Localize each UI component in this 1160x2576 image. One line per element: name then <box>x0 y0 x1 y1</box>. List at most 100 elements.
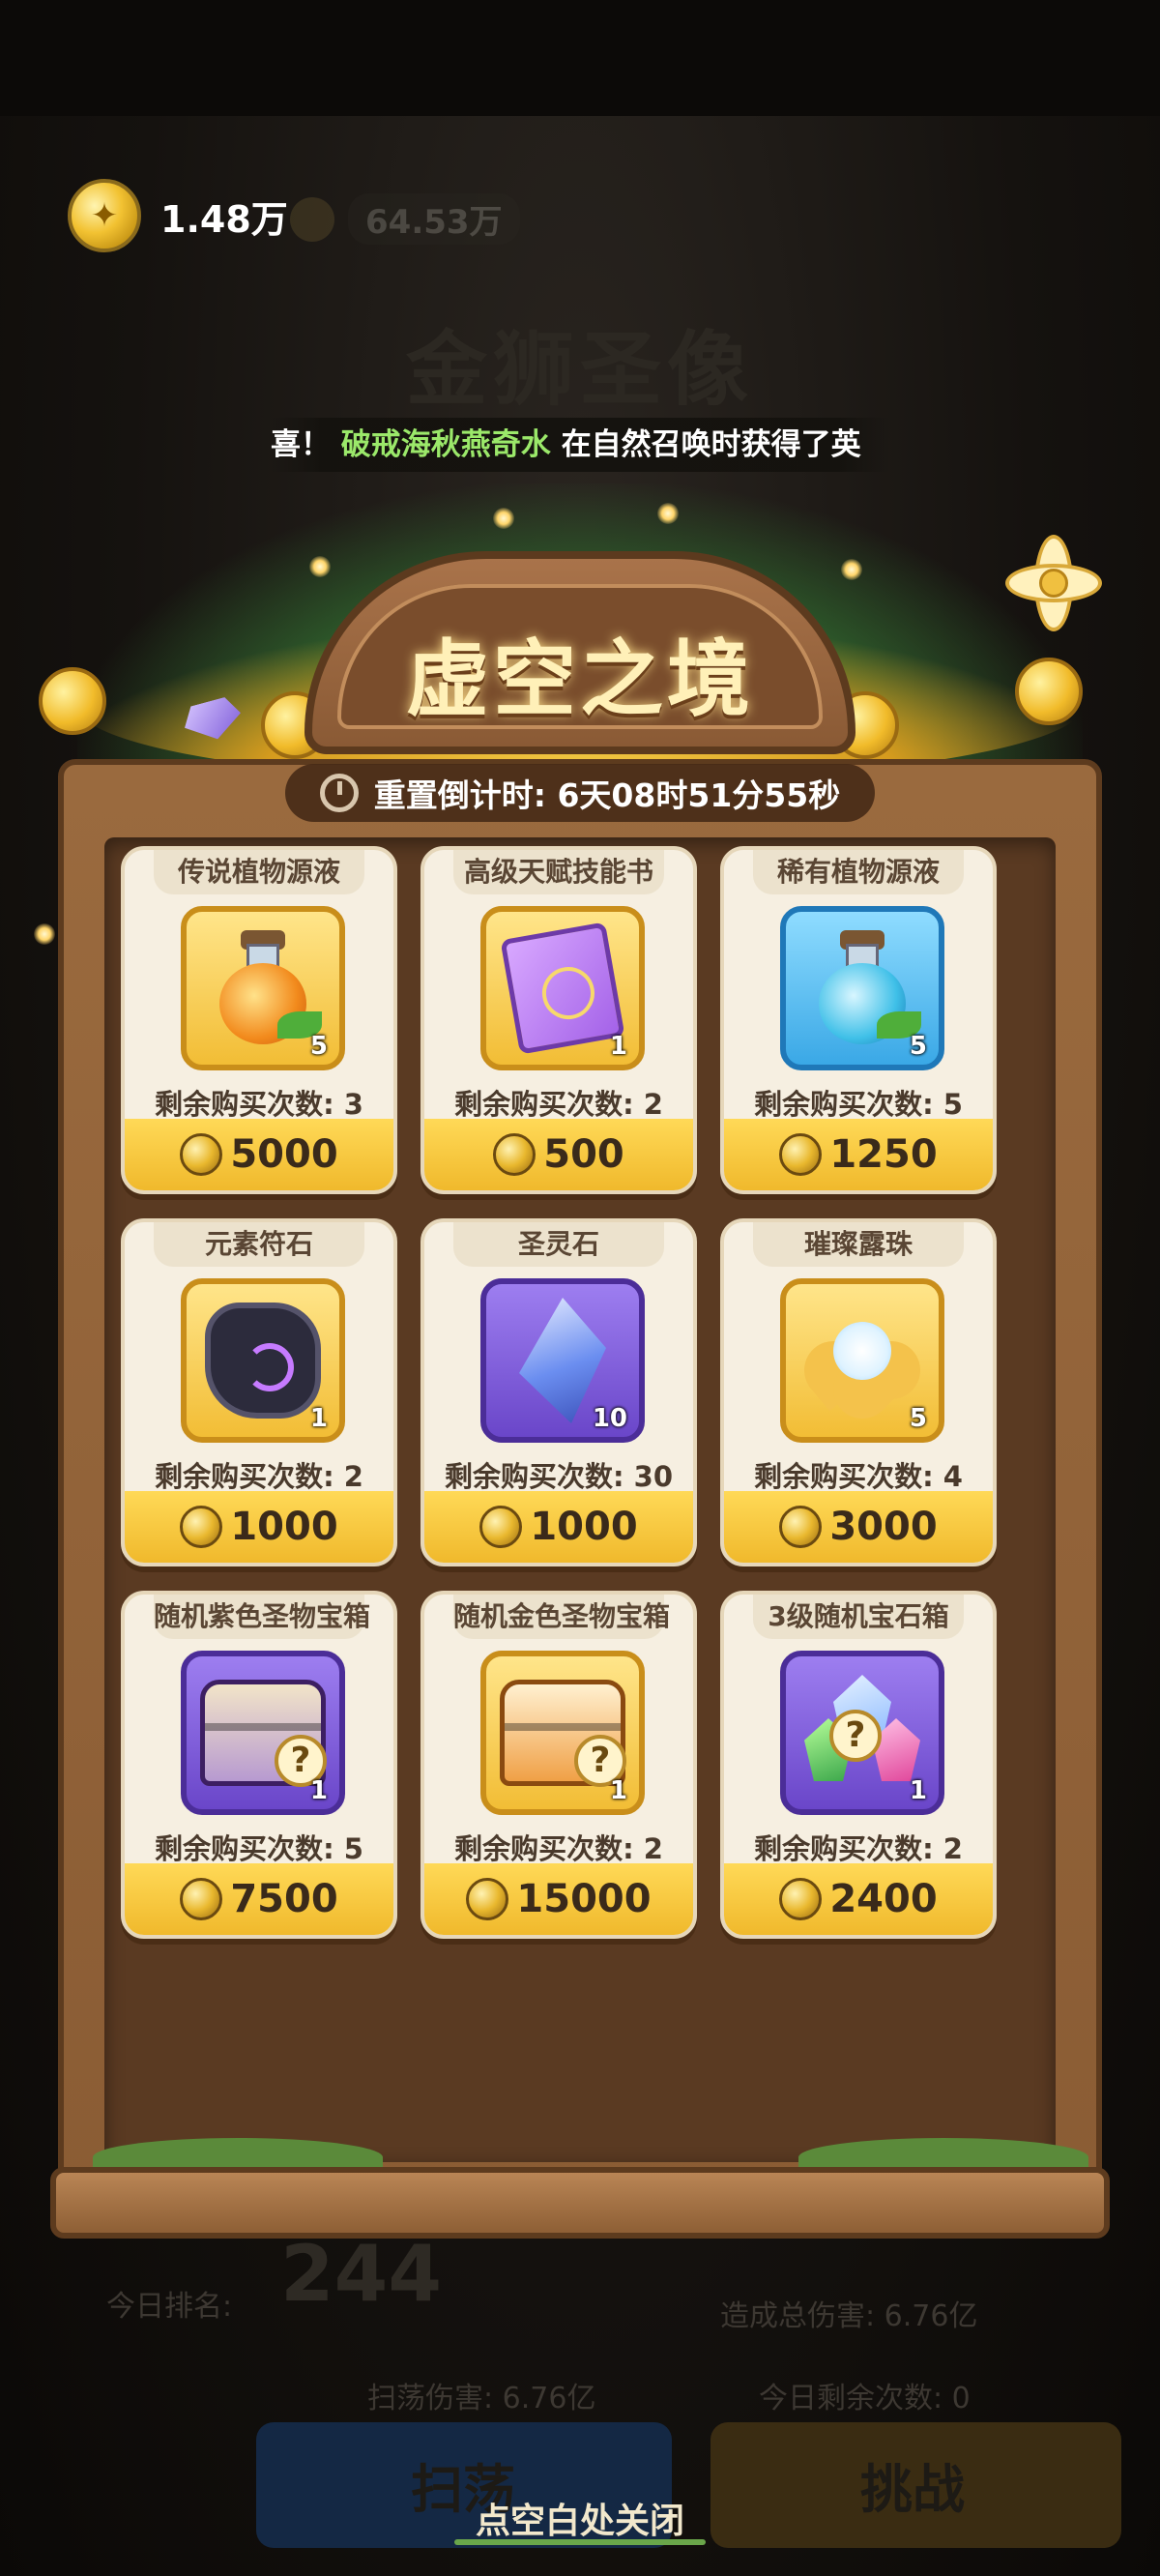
void-coin-icon <box>779 1506 823 1548</box>
item-name: 3级随机宝石箱 <box>753 1595 964 1639</box>
shop-item-card[interactable]: 随机紫色圣物宝箱 ? 1 剩余购买次数: 5 7500 <box>121 1591 397 1939</box>
broadcast-marquee: 喜！ 破戒海秋燕奇水 在自然召唤时获得了英 <box>271 418 889 472</box>
buy-button[interactable]: 2400 <box>724 1863 993 1935</box>
void-coin-icon <box>180 1506 223 1548</box>
item-price: 1000 <box>230 1505 338 1549</box>
close-hint[interactable]: 点空白处关闭 <box>0 2493 1160 2543</box>
item-count: 1 <box>309 1404 328 1433</box>
item-frame: ? 1 <box>480 1651 645 1815</box>
item-price: 2400 <box>829 1877 938 1921</box>
buy-button[interactable]: 5000 <box>125 1119 393 1190</box>
void-coin-icon <box>493 1133 536 1176</box>
secondary-currency-display: 64.53万 <box>290 193 520 245</box>
panel-title: 虚空之境 <box>406 631 754 728</box>
secondary-currency-amount: 64.53万 <box>348 193 520 245</box>
dew-flower-icon <box>792 1303 933 1431</box>
gem-box-icon: ? <box>804 1675 920 1791</box>
reset-countdown: 重置倒计时: 6天08时51分55秒 <box>285 764 875 822</box>
item-frame: 1 <box>181 1278 345 1443</box>
item-price: 1250 <box>829 1132 938 1177</box>
background-rank-label: 今日排名: <box>106 2290 233 2324</box>
buy-button[interactable]: 1250 <box>724 1119 993 1190</box>
item-count: 1 <box>609 1776 627 1805</box>
shop-item-card[interactable]: 元素符石 1 剩余购买次数: 2 1000 <box>121 1218 397 1566</box>
item-name: 稀有植物源液 <box>753 850 964 894</box>
background-sweep-damage: 扫荡伤害: 6.76亿 <box>367 2382 596 2415</box>
buy-button[interactable]: 7500 <box>125 1863 393 1935</box>
void-coin-icon <box>466 1878 509 1920</box>
sparkle-icon <box>841 559 862 580</box>
item-frame: ? 1 <box>780 1651 944 1815</box>
close-hint-underline <box>454 2539 706 2545</box>
close-button[interactable] <box>1000 530 1107 636</box>
sparkle-icon <box>657 503 679 524</box>
reset-countdown-text: 重置倒计时: 6天08时51分55秒 <box>373 776 841 814</box>
blue-potion-icon <box>809 930 921 1046</box>
gold-chest-icon: ? <box>500 1680 626 1787</box>
buy-button[interactable]: 500 <box>424 1119 693 1190</box>
marquee-suffix: 在自然召唤时获得了英 <box>561 427 861 462</box>
buy-button[interactable]: 15000 <box>424 1863 693 1935</box>
item-name: 圣灵石 <box>453 1222 664 1267</box>
item-name: 随机紫色圣物宝箱 <box>154 1595 370 1639</box>
item-count: 5 <box>909 1032 927 1061</box>
board-base <box>50 2167 1110 2239</box>
buy-button[interactable]: 3000 <box>724 1491 993 1563</box>
void-coin-icon <box>180 1133 223 1176</box>
item-price: 1000 <box>530 1505 638 1549</box>
item-count: 5 <box>309 1032 328 1061</box>
secondary-coin-icon <box>290 196 334 242</box>
shop-item-card[interactable]: 圣灵石 10 剩余购买次数: 30 1000 <box>420 1218 697 1566</box>
orange-potion-icon <box>210 930 322 1046</box>
remaining-purchases: 剩余购买次数: 30 <box>444 1460 674 1493</box>
shop-item-card[interactable]: 随机金色圣物宝箱 ? 1 剩余购买次数: 2 15000 <box>420 1591 697 1939</box>
item-frame: 1 <box>480 906 645 1070</box>
item-price: 500 <box>543 1132 624 1177</box>
shop-item-card[interactable]: 传说植物源液 5 剩余购买次数: 3 5000 <box>121 846 397 1194</box>
item-count: 1 <box>909 1776 927 1805</box>
shop-item-card[interactable]: 璀璨露珠 5 剩余购买次数: 4 3000 <box>720 1218 997 1566</box>
item-frame: 5 <box>780 1278 944 1443</box>
item-frame: 5 <box>780 906 944 1070</box>
item-name: 传说植物源液 <box>154 850 364 894</box>
buy-button[interactable]: 1000 <box>125 1491 393 1563</box>
shop-item-card[interactable]: 稀有植物源液 5 剩余购买次数: 5 1250 <box>720 846 997 1194</box>
shop-item-card[interactable]: 高级天赋技能书 1 剩余购买次数: 2 500 <box>420 846 697 1194</box>
currency-display: ✦ 1.48万 <box>68 179 288 252</box>
background-boss-title: 金狮圣像 <box>405 322 754 417</box>
marquee-prefix: 喜！ <box>271 427 331 462</box>
void-coin-icon <box>779 1133 823 1176</box>
background-attempts: 今日剩余次数: 0 <box>759 2382 971 2415</box>
remaining-purchases: 剩余购买次数: 4 <box>754 1460 963 1493</box>
item-price: 5000 <box>230 1132 338 1177</box>
item-count: 1 <box>309 1776 328 1805</box>
item-count: 1 <box>609 1032 627 1061</box>
sparkle-icon <box>493 508 514 529</box>
currency-amount: 1.48万 <box>160 197 288 241</box>
item-name: 随机金色圣物宝箱 <box>453 1595 670 1639</box>
shop-item-card[interactable]: 3级随机宝石箱 ? 1 剩余购买次数: 2 2400 <box>720 1591 997 1939</box>
item-count: 10 <box>592 1404 627 1433</box>
item-frame: 10 <box>480 1278 645 1443</box>
void-coin-icon <box>779 1878 823 1920</box>
buy-button[interactable]: 1000 <box>424 1491 693 1563</box>
sparkle-icon <box>309 556 331 577</box>
void-shop-panel: 虚空之境 重置倒计时: 6天08时51分55秒 传说植物源液 5 剩余购买次数:… <box>34 483 1121 2243</box>
close-flower-icon <box>1039 569 1068 598</box>
pile-coin-icon <box>39 667 106 735</box>
remaining-purchases: 剩余购买次数: 2 <box>155 1460 363 1493</box>
clock-icon <box>319 774 359 812</box>
title-plaque: 虚空之境 <box>304 551 856 754</box>
item-price: 15000 <box>516 1877 652 1921</box>
background-total-damage: 造成总伤害: 6.76亿 <box>720 2299 978 2333</box>
item-price: 7500 <box>230 1877 338 1921</box>
remaining-purchases: 剩余购买次数: 2 <box>454 1832 663 1865</box>
void-coin-icon: ✦ <box>68 179 141 252</box>
remaining-purchases: 剩余购买次数: 2 <box>754 1832 963 1865</box>
skill-book-icon <box>500 922 625 1055</box>
remaining-purchases: 剩余购买次数: 5 <box>754 1088 963 1121</box>
item-frame: ? 1 <box>181 1651 345 1815</box>
purple-chest-icon: ? <box>200 1680 327 1787</box>
remaining-purchases: 剩余购买次数: 2 <box>454 1088 663 1121</box>
void-coin-icon <box>180 1878 223 1920</box>
